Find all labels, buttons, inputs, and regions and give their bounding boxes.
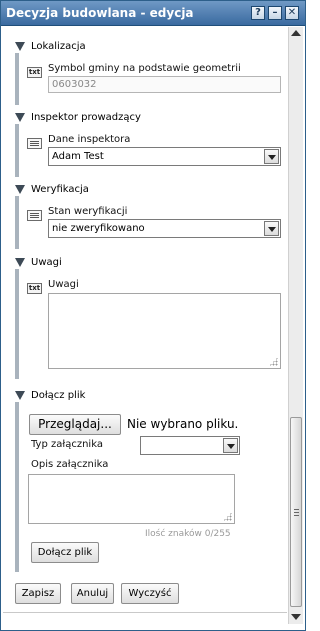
- resize-grip-icon[interactable]: [269, 357, 278, 366]
- section-title-lokalizacja[interactable]: Lokalizacja: [31, 41, 86, 52]
- attach-file-button[interactable]: Dołącz plik: [31, 542, 99, 563]
- section-title-inspektor[interactable]: Inspektor prowadzący: [31, 112, 141, 123]
- window-title: Decyzja budowlana - edycja: [6, 6, 194, 20]
- title-bar[interactable]: Decyzja budowlana - edycja ? – ✕: [1, 1, 305, 26]
- section-bar-weryfikacja: [15, 196, 19, 249]
- section-bar-lokalizacja: [15, 53, 19, 105]
- field-label-dane-inspektora: Dane inspektora: [48, 134, 131, 145]
- section-title-plik[interactable]: Dołącz plik: [31, 390, 85, 401]
- minimize-button[interactable]: –: [268, 6, 282, 20]
- dialog-window: Decyzja budowlana - edycja ? – ✕ Lokaliz…: [0, 0, 306, 631]
- no-file-text: Nie wybrano pliku.: [127, 417, 239, 431]
- inspektor-select[interactable]: Adam Test: [48, 147, 281, 166]
- uwagi-textarea[interactable]: [48, 293, 281, 369]
- field-label-typ-zalacznika: Typ załącznika: [31, 439, 103, 450]
- scroll-up-icon[interactable]: [291, 30, 301, 36]
- cancel-button[interactable]: Anuluj: [71, 583, 114, 604]
- char-counter: Ilość znaków 0/255: [145, 529, 231, 539]
- field-label-opis-zalacznika: Opis załącznika: [31, 459, 109, 470]
- help-button[interactable]: ?: [251, 6, 265, 20]
- weryfikacja-select[interactable]: nie zweryfikowano: [48, 219, 281, 238]
- section-bar-plik: [15, 402, 19, 572]
- field-label-uwagi: Uwagi: [48, 279, 79, 290]
- section-bar-inspektor: [15, 124, 19, 177]
- symbol-gminy-field[interactable]: 0603032: [48, 76, 281, 93]
- typ-zalacznika-select[interactable]: [140, 436, 240, 455]
- list-icon: [27, 138, 42, 149]
- form-content: Lokalizacja txt Symbol gminy na podstawi…: [3, 27, 287, 624]
- plik-toggle-icon[interactable]: [15, 391, 25, 400]
- section-bar-uwagi: [15, 269, 19, 379]
- uwagi-toggle-icon[interactable]: [15, 258, 25, 267]
- section-title-weryfikacja[interactable]: Weryfikacja: [31, 184, 89, 195]
- scrollbar-thumb[interactable]: [290, 417, 302, 607]
- chevron-down-icon[interactable]: [264, 221, 279, 236]
- save-button[interactable]: Zapisz: [15, 583, 61, 604]
- chevron-down-icon[interactable]: [223, 438, 238, 453]
- chevron-down-icon[interactable]: [264, 149, 279, 164]
- txt-icon: txt: [27, 283, 42, 294]
- scroll-down-icon[interactable]: [291, 614, 301, 620]
- lokalizacja-toggle-icon[interactable]: [15, 42, 25, 51]
- weryfikacja-select-value: nie zweryfikowano: [52, 223, 145, 234]
- resize-grip-icon[interactable]: [223, 512, 232, 521]
- browse-button[interactable]: Przeglądaj...: [29, 414, 121, 435]
- close-button[interactable]: ✕: [285, 6, 299, 20]
- bottom-divider: [3, 612, 287, 613]
- vertical-scrollbar[interactable]: [288, 27, 303, 624]
- inspektor-toggle-icon[interactable]: [15, 113, 25, 122]
- field-label-symbol-gminy: Symbol gminy na podstawie geometrii: [48, 63, 241, 74]
- weryfikacja-toggle-icon[interactable]: [15, 185, 25, 194]
- list-icon: [27, 210, 42, 221]
- opis-zalacznika-textarea[interactable]: [28, 474, 235, 524]
- section-title-uwagi[interactable]: Uwagi: [31, 257, 62, 268]
- inspektor-select-value: Adam Test: [52, 151, 104, 162]
- clear-button[interactable]: Wyczyść: [121, 583, 179, 604]
- txt-icon: txt: [27, 67, 42, 78]
- field-label-stan-weryfikacji: Stan weryfikacji: [48, 206, 128, 217]
